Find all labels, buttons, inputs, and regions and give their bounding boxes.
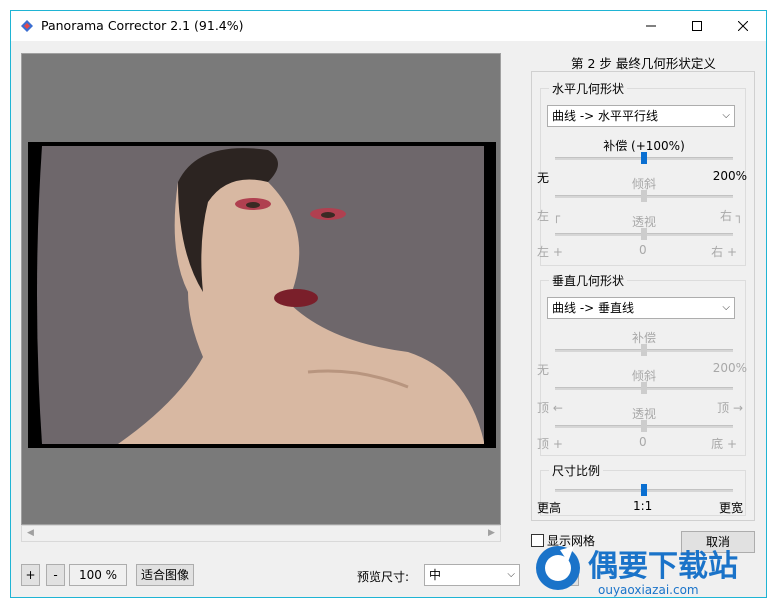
vertical-persp-left: 顶 +: [537, 437, 563, 451]
size-ratio-title: 尺寸比例: [549, 462, 604, 479]
photo-frame: [28, 142, 496, 448]
vertical-comp-slider[interactable]: [555, 344, 733, 356]
slider-thumb[interactable]: [641, 484, 647, 496]
horizontal-geometry-group: 水平几何形状 曲线 -> 水平平行线 ⌵ 补偿 (+100%) 无 200% 倾…: [537, 80, 747, 266]
zoom-out-button[interactable]: -: [46, 564, 65, 586]
watermark-logo: 偶要下载站 ouyaoxiazai.com: [530, 540, 766, 598]
slider-thumb[interactable]: [641, 152, 647, 164]
horizontal-comp-slider[interactable]: [555, 152, 733, 164]
close-button[interactable]: [720, 11, 766, 41]
preview-size-select[interactable]: 中 ⌵: [424, 564, 520, 586]
chevron-down-icon: ⌵: [722, 110, 730, 121]
slider-thumb[interactable]: [641, 344, 647, 356]
fit-image-button[interactable]: 适合图像: [136, 564, 194, 586]
window-title: Panorama Corrector 2.1 (91.4%): [41, 18, 244, 33]
vertical-mode-select[interactable]: 曲线 -> 垂直线 ⌵: [547, 297, 735, 319]
vertical-geometry-title: 垂直几何形状: [549, 272, 628, 289]
main-window: Panorama Corrector 2.1 (91.4%) ◀ ▶ + - 1…: [10, 10, 767, 598]
title-bar[interactable]: Panorama Corrector 2.1 (91.4%): [11, 11, 766, 41]
slider-thumb[interactable]: [641, 420, 647, 432]
vertical-mode-value: 曲线 -> 垂直线: [552, 301, 635, 315]
size-ratio-slider[interactable]: [555, 484, 733, 496]
scroll-right-icon[interactable]: ▶: [483, 526, 500, 541]
scroll-left-icon[interactable]: ◀: [22, 526, 39, 541]
vertical-tilt-slider[interactable]: [555, 382, 733, 394]
size-ratio-group: 尺寸比例 更高 1:1 更宽: [537, 462, 746, 516]
vertical-persp-right: 底 +: [711, 437, 737, 451]
slider-thumb[interactable]: [641, 190, 647, 202]
app-icon: [20, 19, 34, 33]
close-icon: [738, 21, 748, 31]
maximize-icon: [692, 21, 702, 31]
zoom-field[interactable]: 100 %: [69, 564, 127, 586]
chevron-down-icon: ⌵: [507, 569, 515, 580]
size-ratio-right: 更宽: [718, 501, 743, 515]
zoom-in-button[interactable]: +: [21, 564, 40, 586]
vertical-persp-zero: 0: [639, 435, 647, 449]
minimize-icon: [646, 25, 656, 27]
vertical-geometry-group: 垂直几何形状 曲线 -> 垂直线 ⌵ 补偿 无 200% 倾斜 顶 ← 顶 → …: [537, 272, 747, 456]
svg-text:偶要下载站: 偶要下载站: [588, 549, 738, 584]
horizontal-persp-zero: 0: [639, 243, 647, 257]
settings-panel: 水平几何形状 曲线 -> 水平平行线 ⌵ 补偿 (+100%) 无 200% 倾…: [531, 71, 755, 521]
horizontal-mode-select[interactable]: 曲线 -> 水平平行线 ⌵: [547, 105, 735, 127]
size-ratio-left: 更高: [537, 501, 562, 515]
minimize-button[interactable]: [628, 11, 674, 41]
maximize-button[interactable]: [674, 11, 720, 41]
horizontal-scrollbar[interactable]: ◀ ▶: [21, 525, 501, 542]
step-title: 第 2 步 最终几何形状定义: [571, 56, 716, 71]
chevron-down-icon: ⌵: [722, 302, 730, 313]
horizontal-mode-value: 曲线 -> 水平平行线: [552, 109, 659, 123]
horizontal-persp-right: 右 +: [711, 245, 737, 259]
horizontal-geometry-title: 水平几何形状: [549, 80, 628, 97]
preview-size-label: 预览尺寸:: [357, 570, 410, 584]
preview-size-value: 中: [429, 568, 442, 582]
size-ratio-center: 1:1: [633, 499, 653, 513]
horizontal-persp-slider[interactable]: [555, 228, 733, 240]
image-preview[interactable]: [21, 53, 501, 525]
slider-thumb[interactable]: [641, 382, 647, 394]
svg-text:ouyaoxiazai.com: ouyaoxiazai.com: [598, 583, 699, 597]
vertical-persp-slider[interactable]: [555, 420, 733, 432]
horizontal-persp-left: 左 +: [537, 245, 563, 259]
corrected-photo: [37, 146, 484, 444]
horizontal-tilt-slider[interactable]: [555, 190, 733, 202]
slider-thumb[interactable]: [641, 228, 647, 240]
